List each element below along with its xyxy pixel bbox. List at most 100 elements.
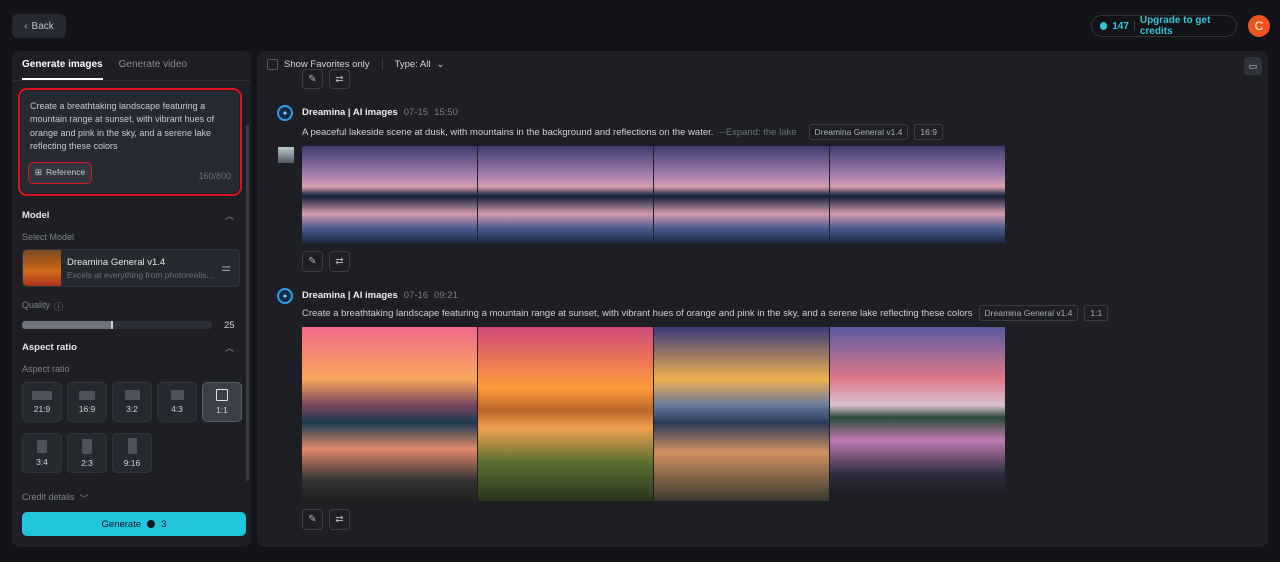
ratio-9-16[interactable]: 9:16 [112, 433, 152, 473]
model-name: Dreamina General v1.4 [67, 257, 166, 268]
prompt-text: Create a breathtaking landscape featurin… [30, 101, 215, 152]
ratio-label: 3:2 [126, 404, 138, 414]
generated-image[interactable] [654, 327, 829, 501]
generated-image[interactable] [654, 146, 829, 243]
ratio-icon [32, 390, 52, 400]
ratio-label: 2:3 [81, 457, 93, 468]
folder-icon[interactable]: ▭ [1244, 57, 1262, 75]
generation-prompt: A peaceful lakeside scene at dusk, with … [302, 126, 714, 138]
ratio-icon [170, 390, 184, 400]
dreamina-logo-icon: ✦ [277, 105, 293, 121]
generated-image[interactable] [302, 146, 477, 243]
results-panel: Show Favorites only Type: All ⌄ ▭ ✎ ⇄ ✦ D… [257, 51, 1268, 547]
ratio-label: 3:4 [36, 456, 48, 467]
time: 15:50 [434, 107, 458, 118]
regenerate-button[interactable]: ⇄ [329, 251, 350, 272]
generated-image[interactable] [478, 327, 653, 501]
regenerate-button[interactable]: ⇄ [329, 69, 350, 89]
ratio-16-9[interactable]: 16:9 [67, 382, 107, 422]
generated-image[interactable] [478, 146, 653, 243]
model-description: Excels at everything from photorealis... [67, 270, 214, 280]
ratio-icon [82, 438, 92, 454]
ratio-1-1[interactable]: 1:1 [202, 382, 242, 422]
info-icon[interactable]: ⓘ [54, 300, 63, 313]
quality-value: 25 [224, 320, 235, 331]
credit-count: 147 [1112, 20, 1129, 32]
credit-details-label: Credit details [22, 492, 75, 502]
ratio-4-3[interactable]: 4:3 [157, 382, 197, 422]
generation-panel: Generate images Generate video Create a … [12, 51, 251, 547]
chevron-up-icon[interactable]: ︿ [225, 341, 234, 354]
ratio-21-9[interactable]: 21:9 [22, 382, 62, 422]
quality-slider-fill [22, 321, 114, 329]
edit-button[interactable]: ✎ [302, 509, 323, 530]
dreamina-logo-icon: ✦ [277, 288, 293, 304]
ratio-tag: 1:1 [1084, 305, 1109, 321]
ratio-icon [127, 438, 137, 454]
divider [381, 59, 383, 70]
date: 07-15 [403, 107, 429, 118]
model-selector[interactable]: Dreamina General v1.4 Excels at everythi… [22, 249, 240, 287]
model-tag: Dreamina General v1.4 [978, 305, 1079, 321]
regenerate-button[interactable]: ⇄ [329, 509, 350, 530]
ratio-icon [79, 390, 95, 400]
time: 09:21 [434, 290, 458, 301]
generated-image[interactable] [302, 327, 477, 501]
char-count: 160/800 [198, 170, 231, 181]
date: 07-16 [403, 290, 429, 301]
generated-image[interactable] [830, 327, 1005, 501]
back-button[interactable]: ‹ Back [12, 14, 66, 38]
chevron-down-icon: ⌄ [436, 59, 445, 70]
reference-button[interactable]: ⊞ Reference [28, 162, 92, 184]
ratio-icon [124, 390, 140, 400]
author: Dreamina | AI images [302, 107, 398, 118]
generated-image[interactable] [830, 146, 1005, 243]
avatar[interactable]: C [1248, 15, 1270, 37]
tab-generate-images[interactable]: Generate images [22, 59, 103, 80]
quality-slider[interactable] [22, 321, 212, 329]
author: Dreamina | AI images [302, 290, 398, 301]
ratio-2-3[interactable]: 2:3 [67, 433, 107, 473]
chevron-up-icon[interactable]: ︿ [225, 209, 234, 222]
ratio-label: 1:1 [216, 405, 228, 415]
ratio-label: 4:3 [171, 404, 183, 414]
favorites-label[interactable]: Show Favorites only [284, 59, 370, 70]
credit-coin-icon [147, 520, 156, 528]
prompt-input[interactable]: Create a breathtaking landscape featurin… [18, 88, 242, 196]
edit-button[interactable]: ✎ [302, 69, 323, 89]
generate-label: Generate [101, 518, 142, 530]
sliders-icon[interactable]: ⚌ [221, 261, 231, 274]
upgrade-link[interactable]: Upgrade to get credits [1140, 15, 1236, 37]
ratio-label: 9:16 [123, 458, 141, 468]
aspect-ratio-heading: Aspect ratio [22, 342, 77, 353]
scrollbar[interactable] [246, 125, 249, 481]
quality-label: Quality [22, 300, 51, 310]
divider [12, 80, 251, 81]
credits-pill[interactable]: 147 Upgrade to get credits [1091, 15, 1237, 37]
ratio-3-4[interactable]: 3:4 [22, 433, 62, 473]
select-model-label: Select Model [22, 232, 75, 242]
quality-label-row: Quality ⓘ [22, 300, 63, 313]
ratio-icon [216, 389, 228, 401]
type-filter-dropdown[interactable]: Type: All [395, 59, 431, 70]
ratio-3-2[interactable]: 3:2 [112, 382, 152, 422]
model-thumbnail [23, 250, 61, 286]
generate-button[interactable]: Generate 3 [22, 512, 246, 536]
ratio-tag: 16:9 [914, 124, 943, 140]
ratio-label: 21:9 [33, 403, 51, 414]
divider [1133, 21, 1135, 31]
ratio-label: 16:9 [78, 403, 96, 414]
image-add-icon: ⊞ [34, 167, 42, 178]
model-heading: Model [22, 210, 50, 221]
edit-button[interactable]: ✎ [302, 251, 323, 272]
reference-thumbnail [278, 147, 294, 163]
generate-cost: 3 [161, 518, 167, 530]
credit-details-toggle[interactable]: Credit details ﹀ [22, 492, 89, 505]
chevron-down-icon: ﹀ [79, 494, 89, 504]
generation-prompt: Create a breathtaking landscape featurin… [302, 307, 973, 319]
credit-coin-icon [1100, 22, 1108, 30]
tab-generate-video[interactable]: Generate video [119, 59, 187, 80]
favorites-checkbox[interactable] [267, 59, 278, 70]
ratio-icon [37, 439, 47, 453]
aspect-ratio-label: Aspect ratio [22, 364, 70, 374]
